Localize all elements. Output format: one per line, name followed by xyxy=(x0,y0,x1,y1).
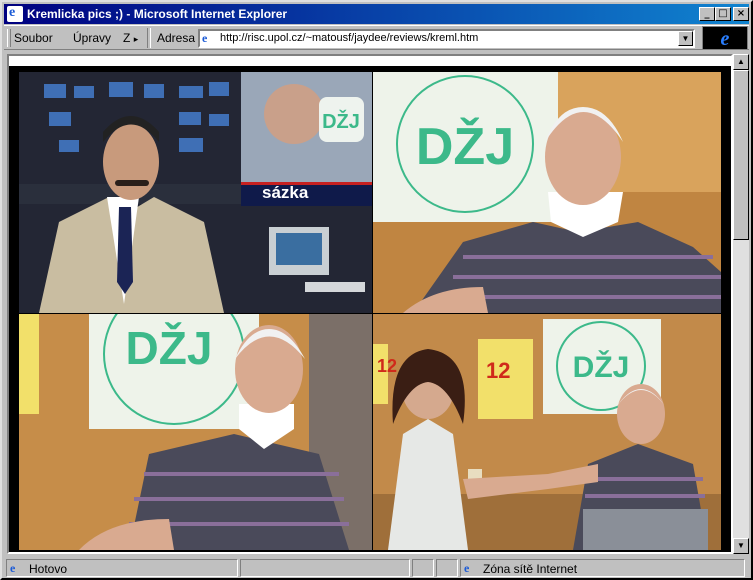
close-button[interactable]: × xyxy=(733,7,749,21)
internet-zone-icon: e xyxy=(464,561,470,575)
address-url[interactable]: http://risc.upol.cz/~matousf/jaydee/revi… xyxy=(220,32,478,44)
status-cell-small-1 xyxy=(412,559,434,577)
scroll-down-button[interactable]: ▼ xyxy=(733,538,749,554)
status-text: Hotovo xyxy=(29,562,68,576)
menu-file[interactable]: Soubor xyxy=(14,31,53,45)
chevron-right-icon: ▸ xyxy=(133,34,139,44)
address-dropdown-button[interactable]: ▼ xyxy=(678,31,693,46)
page-content: DŽJ sázka DŽJ DŽJ DŽJ 12 12 xyxy=(7,54,733,554)
svg-text:DŽJ: DŽJ xyxy=(322,109,360,133)
address-bar[interactable]: e http://risc.upol.cz/~matousf/jaydee/re… xyxy=(198,29,695,48)
scroll-up-button[interactable]: ▲ xyxy=(733,54,749,70)
toolbar-separator xyxy=(147,28,151,48)
status-cell-small-2 xyxy=(436,559,458,577)
status-bar: e Hotovo e Zóna sítě Internet xyxy=(4,558,749,578)
status-zone-cell: e Zóna sítě Internet xyxy=(460,559,745,577)
status-zone-text: Zóna sítě Internet xyxy=(483,562,578,576)
scroll-thumb[interactable] xyxy=(733,70,749,240)
page-top-margin xyxy=(9,56,731,66)
page-icon: e xyxy=(202,31,208,45)
menu-grip[interactable] xyxy=(7,29,11,47)
status-progress-cell xyxy=(240,559,410,577)
svg-text:DŽJ: DŽJ xyxy=(416,117,514,176)
ie-app-icon[interactable]: e xyxy=(7,5,23,22)
menu-more-label: Z xyxy=(123,31,131,45)
poster-number-left: 12 xyxy=(377,356,398,376)
browser-window: e Kremlicka pics ;) - Microsoft Internet… xyxy=(0,0,753,580)
maximize-button[interactable]: □ xyxy=(715,7,731,21)
photo-news-anchor: DŽJ sázka xyxy=(19,72,372,313)
status-main-cell: e Hotovo xyxy=(6,559,238,577)
minimize-button[interactable]: _ xyxy=(699,7,715,21)
svg-text:DŽJ: DŽJ xyxy=(126,322,213,374)
menu-more[interactable]: Z ▸ xyxy=(123,31,138,45)
menu-edit[interactable]: Úpravy xyxy=(73,31,111,45)
page-done-icon: e xyxy=(10,561,16,575)
overlay-caption: sázka xyxy=(262,183,309,202)
svg-text:DŽJ: DŽJ xyxy=(573,350,630,384)
address-label: Adresa xyxy=(157,31,196,45)
photo-man-poster: DŽJ xyxy=(373,72,721,313)
ie-throbber-logo: e xyxy=(702,26,748,50)
photo-man-smiling: DŽJ xyxy=(19,314,372,550)
poster-number-right: 12 xyxy=(486,358,511,383)
vertical-scrollbar[interactable]: ▲ ▼ xyxy=(733,54,749,554)
title-bar[interactable]: e Kremlicka pics ;) - Microsoft Internet… xyxy=(4,4,749,24)
photo-handshake: DŽJ 12 12 xyxy=(373,314,721,550)
window-title: Kremlicka pics ;) - Microsoft Internet E… xyxy=(27,7,288,21)
toolbar: Soubor Úpravy Z ▸ Adresa e http://risc.u… xyxy=(4,25,749,50)
